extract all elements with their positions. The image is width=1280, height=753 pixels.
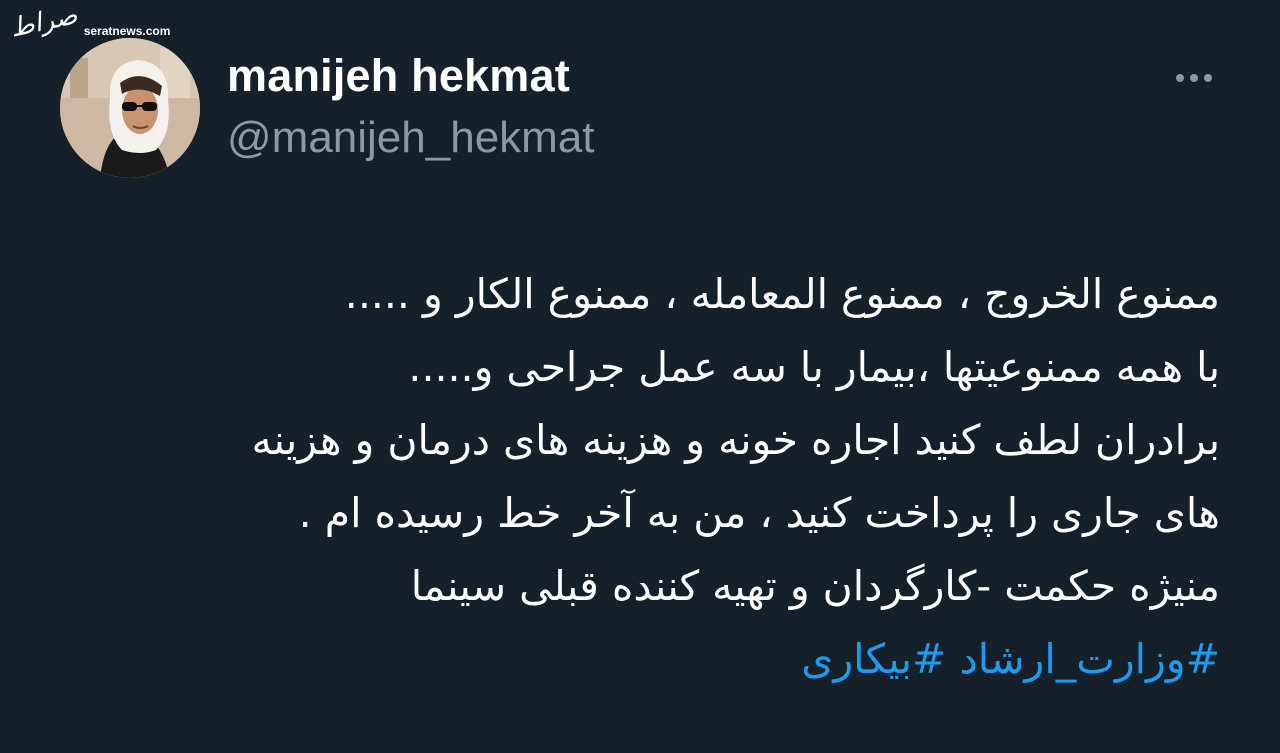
more-options-button[interactable] <box>1166 58 1222 98</box>
display-name[interactable]: manijeh hekmat <box>227 50 570 102</box>
watermark: صراط seratnews.com <box>8 0 171 43</box>
tweet-line: های جاری را پرداخت کنید ، من به آخر خط ر… <box>298 489 1220 537</box>
user-handle[interactable]: @manijeh_hekmat <box>227 113 595 163</box>
hashtag-line: #وزارت_ارشاد #بیکاری <box>40 623 1220 696</box>
tweet-line: ممنوع الخروج ، ممنوع المعامله ، ممنوع ال… <box>344 270 1220 318</box>
tweet-screenshot: صراط seratnews.com manijeh hekmat @manij… <box>0 0 1280 753</box>
more-horizontal-icon <box>1176 74 1184 82</box>
more-horizontal-icon <box>1190 74 1198 82</box>
hashtag-link[interactable]: #بیکاری <box>801 635 946 683</box>
tweet-line: با همه ممنوعیتها ،بیمار با سه عمل جراحی … <box>408 343 1220 391</box>
tweet-line: برادران لطف کنید اجاره خونه و هزینه های … <box>251 416 1220 464</box>
avatar[interactable] <box>60 38 200 178</box>
profile-photo-icon <box>60 38 200 178</box>
watermark-site: seratnews.com <box>83 24 171 38</box>
tweet-line: منیژه حکمت -کارگردان و تهیه کننده قبلی س… <box>410 562 1220 610</box>
watermark-logo: صراط <box>7 0 81 44</box>
more-horizontal-icon <box>1204 74 1212 82</box>
tweet-text: ممنوع الخروج ، ممنوع المعامله ، ممنوع ال… <box>40 258 1220 696</box>
hashtag-link[interactable]: #وزارت_ارشاد <box>959 635 1220 683</box>
